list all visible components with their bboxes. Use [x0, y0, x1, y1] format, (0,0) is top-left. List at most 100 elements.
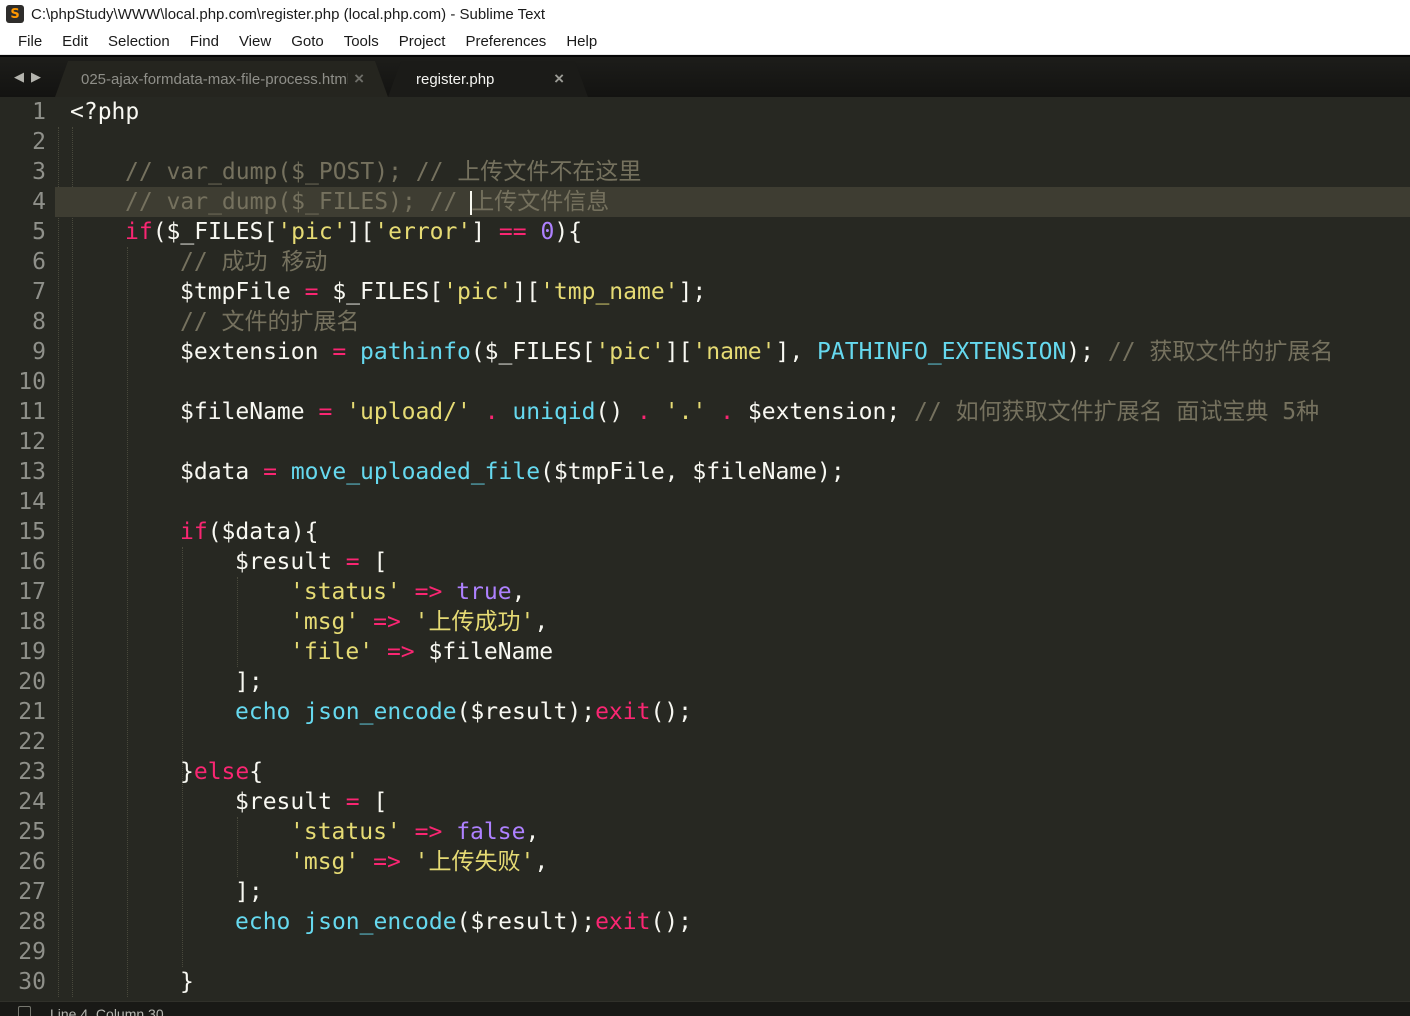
- title-bar: S C:\phpStudy\WWW\local.php.com\register…: [0, 0, 1410, 28]
- code-line-25[interactable]: 'status' => false,: [55, 817, 1410, 847]
- code-token: $tmpFile: [180, 279, 305, 305]
- menu-help[interactable]: Help: [556, 30, 607, 53]
- code-token: echo: [235, 909, 290, 935]
- code-token: $result: [235, 549, 346, 575]
- code-line-20[interactable]: ];: [55, 667, 1410, 697]
- code-token: [499, 399, 513, 425]
- tab-close-icon[interactable]: ×: [548, 69, 588, 89]
- tab-nav-back-icon[interactable]: ◀: [14, 71, 24, 84]
- code-token: $result: [235, 789, 346, 815]
- code-token: ==: [499, 219, 527, 245]
- code-token: // var_dump($_FILES); //: [125, 189, 471, 215]
- tab-close-icon[interactable]: ×: [348, 69, 388, 89]
- code-area[interactable]: <?php// var_dump($_POST); // 上传文件不在这里// …: [55, 97, 1410, 1001]
- tab-register-php[interactable]: register.php ×: [388, 61, 588, 97]
- code-token: 'tmp_name': [540, 279, 678, 305]
- line-number: 30: [0, 967, 55, 997]
- gutter[interactable]: 1234567891011121314151617181920212223242…: [0, 97, 55, 997]
- code-line-22[interactable]: [55, 727, 1410, 757]
- code-token: '上传成功': [415, 609, 535, 635]
- status-bar: Line 4, Column 30: [0, 1001, 1410, 1016]
- code-line-18[interactable]: 'msg' => '上传成功',: [55, 607, 1410, 637]
- sublime-logo-glyph: S: [10, 8, 19, 21]
- code-token: ][: [347, 219, 375, 245]
- menu-preferences[interactable]: Preferences: [455, 30, 556, 53]
- code-line-17[interactable]: 'status' => true,: [55, 577, 1410, 607]
- code-token: true: [456, 579, 511, 605]
- line-number: 25: [0, 817, 55, 847]
- code-line-28[interactable]: echo json_encode($result);exit();: [55, 907, 1410, 937]
- code-token: $_FILES[: [318, 279, 443, 305]
- code-token: PATHINFO_EXTENSION: [817, 339, 1066, 365]
- code-line-29[interactable]: [55, 937, 1410, 967]
- code-token: <?php: [70, 99, 139, 125]
- code-line-27[interactable]: ];: [55, 877, 1410, 907]
- code-line-19[interactable]: 'file' => $fileName: [55, 637, 1410, 667]
- menu-goto[interactable]: Goto: [281, 30, 334, 53]
- code-line-9[interactable]: $extension = pathinfo($_FILES['pic']['na…: [55, 337, 1410, 367]
- line-number: 22: [0, 727, 55, 757]
- editor-pane[interactable]: 1234567891011121314151617181920212223242…: [0, 97, 1410, 1001]
- menu-project[interactable]: Project: [389, 30, 456, 53]
- menu-file[interactable]: File: [8, 30, 52, 53]
- menu-view[interactable]: View: [229, 30, 281, 53]
- code-token: [277, 459, 291, 485]
- code-token: ($_FILES[: [471, 339, 596, 365]
- code-token: if: [180, 519, 208, 545]
- code-token: 'msg': [290, 849, 359, 875]
- code-token: =>: [373, 609, 401, 635]
- code-line-30[interactable]: }: [55, 967, 1410, 997]
- code-line-7[interactable]: $tmpFile = $_FILES['pic']['tmp_name'];: [55, 277, 1410, 307]
- menu-bar: File Edit Selection Find View Goto Tools…: [0, 28, 1410, 55]
- code-line-5[interactable]: if($_FILES['pic']['error'] == 0){: [55, 217, 1410, 247]
- code-token: // 如何获取文件扩展名 面试宝典 5种: [914, 399, 1319, 425]
- code-token: [527, 219, 541, 245]
- code-token: [290, 909, 304, 935]
- code-token: 'name': [692, 339, 775, 365]
- code-line-24[interactable]: $result = [: [55, 787, 1410, 817]
- code-token: [471, 399, 485, 425]
- code-line-8[interactable]: // 文件的扩展名: [55, 307, 1410, 337]
- line-number: 20: [0, 667, 55, 697]
- code-line-2[interactable]: [55, 127, 1410, 157]
- code-line-21[interactable]: echo json_encode($result);exit();: [55, 697, 1410, 727]
- code-line-3[interactable]: // var_dump($_POST); // 上传文件不在这里: [55, 157, 1410, 187]
- code-token: [359, 609, 373, 635]
- code-line-15[interactable]: if($data){: [55, 517, 1410, 547]
- code-token: ,: [534, 849, 548, 875]
- code-token: 'pic': [443, 279, 512, 305]
- line-number: 18: [0, 607, 55, 637]
- menu-edit[interactable]: Edit: [52, 30, 98, 53]
- code-token: ($_FILES[: [153, 219, 278, 245]
- code-token: [401, 609, 415, 635]
- code-token: =>: [387, 639, 415, 665]
- code-line-4[interactable]: // var_dump($_FILES); // 上传文件信息: [55, 187, 1410, 217]
- code-token: '上传失败': [415, 849, 535, 875]
- code-token: =>: [415, 579, 443, 605]
- code-line-6[interactable]: // 成功 移动: [55, 247, 1410, 277]
- code-token: [: [360, 789, 388, 815]
- line-number: 21: [0, 697, 55, 727]
- code-line-11[interactable]: $fileName = 'upload/' . uniqid() . '.' .…: [55, 397, 1410, 427]
- code-line-14[interactable]: [55, 487, 1410, 517]
- menu-tools[interactable]: Tools: [334, 30, 389, 53]
- code-token: =>: [373, 849, 401, 875]
- tab-025-ajax-formdata-max-file-process[interactable]: 025-ajax-formdata-max-file-process.html …: [55, 61, 388, 97]
- tab-nav-forward-icon[interactable]: ▶: [31, 71, 41, 84]
- sublime-text-window: S C:\phpStudy\WWW\local.php.com\register…: [0, 0, 1410, 1016]
- tab-label: register.php: [388, 71, 548, 88]
- code-line-1[interactable]: <?php: [55, 97, 1410, 127]
- line-number: 2: [0, 127, 55, 157]
- line-number: 17: [0, 577, 55, 607]
- code-line-23[interactable]: }else{: [55, 757, 1410, 787]
- menu-find[interactable]: Find: [180, 30, 229, 53]
- code-line-10[interactable]: [55, 367, 1410, 397]
- menu-selection[interactable]: Selection: [98, 30, 180, 53]
- code-line-13[interactable]: $data = move_uploaded_file($tmpFile, $fi…: [55, 457, 1410, 487]
- code-line-12[interactable]: [55, 427, 1410, 457]
- code-line-26[interactable]: 'msg' => '上传失败',: [55, 847, 1410, 877]
- code-token: // var_dump($_POST); // 上传文件不在这里: [125, 159, 641, 185]
- line-number: 3: [0, 157, 55, 187]
- status-square-icon: [18, 1006, 31, 1016]
- code-line-16[interactable]: $result = [: [55, 547, 1410, 577]
